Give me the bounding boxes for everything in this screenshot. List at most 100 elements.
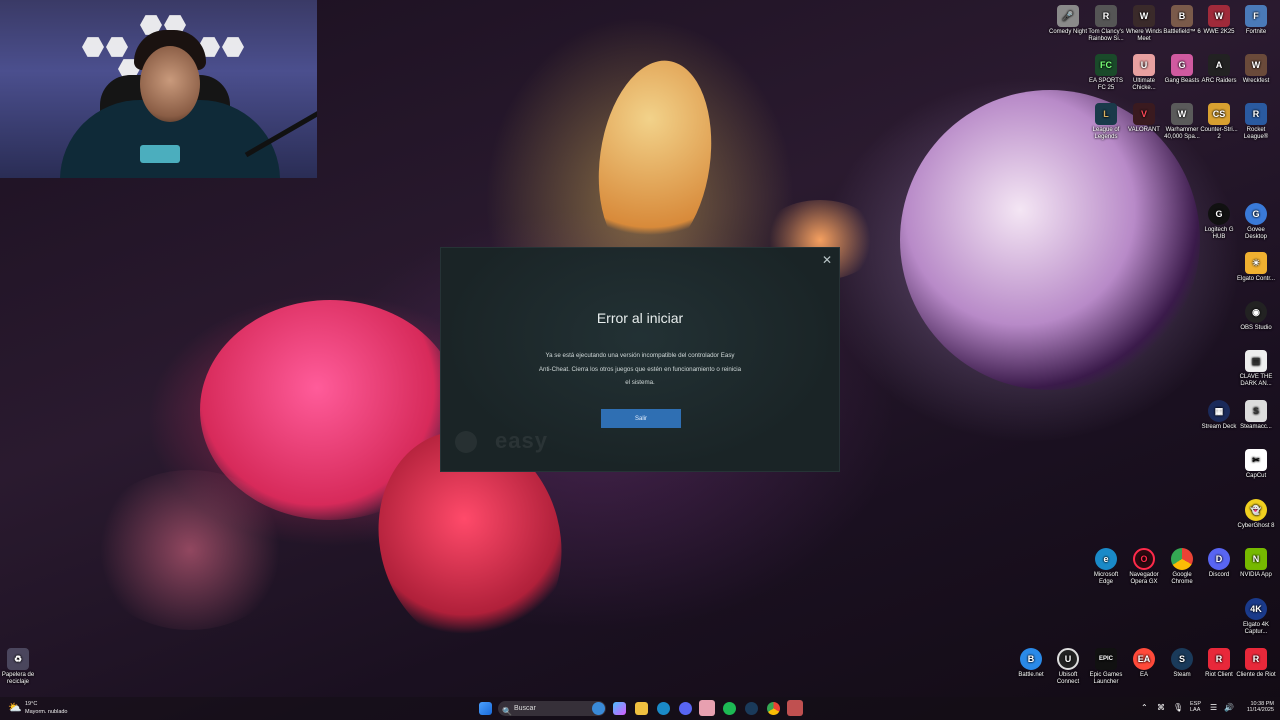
wallpaper-petal — [90, 470, 290, 630]
elgato-control-icon: ☀ — [1245, 252, 1267, 274]
taskbar-app-active-icon[interactable] — [699, 700, 715, 716]
mic-icon[interactable]: 🎙 — [1173, 703, 1183, 712]
taskbar-app-icon[interactable] — [592, 702, 605, 715]
riot-icon: R — [1208, 648, 1230, 670]
desktop-icon-gang-beasts[interactable]: G Gang Beasts — [1162, 54, 1202, 85]
gang-beasts-icon: G — [1171, 54, 1193, 76]
webcam-overlay — [0, 0, 317, 178]
desktop-icon-steamacc[interactable]: S Steamacc... — [1236, 400, 1276, 431]
desktop-icon-easports-fc[interactable]: FC EA SPORTS FC 25 — [1086, 54, 1126, 92]
capcut-icon: ✂ — [1245, 449, 1267, 471]
file-explorer-icon[interactable] — [635, 702, 648, 715]
desktop-icon-steam[interactable]: S Steam — [1162, 648, 1202, 679]
desktop-icon-obs[interactable]: ◉ OBS Studio — [1236, 301, 1276, 332]
wifi-icon[interactable]: ☰ — [1210, 703, 1217, 712]
edge-icon[interactable] — [657, 702, 670, 715]
windows-start-icon[interactable] — [479, 702, 492, 715]
fortnite-icon: F — [1245, 5, 1267, 27]
desktop-icon-wwe[interactable]: W WWE 2K25 — [1199, 5, 1239, 36]
desktop-icon-discord[interactable]: D Discord — [1199, 548, 1239, 579]
desktop-icon-counter-strike[interactable]: CS Counter-Stri... 2 — [1199, 103, 1239, 141]
ea-icon: EA — [1133, 648, 1155, 670]
desktop-icon-comedy-night[interactable]: 🎤 Comedy Night — [1048, 5, 1088, 36]
stream-deck-icon: ▦ — [1208, 400, 1230, 422]
opera-gx-icon: O — [1133, 548, 1155, 570]
desktop-icon-cyberghost[interactable]: 👻 CyberGhost 8 — [1236, 499, 1276, 530]
close-icon[interactable]: ✕ — [819, 252, 835, 268]
clock[interactable]: 10:38 PM 11/14/2025 — [1240, 701, 1274, 713]
discord-icon: D — [1208, 548, 1230, 570]
desktop-icon-chrome[interactable]: Google Chrome — [1162, 548, 1202, 586]
desktop-icon-ea[interactable]: EA EA — [1124, 648, 1164, 679]
desktop-icon-arc-raiders[interactable]: A ARC Raiders — [1199, 54, 1239, 85]
recycle-bin-icon: ♻ — [7, 648, 29, 670]
rainbow-six-icon: R — [1095, 5, 1117, 27]
desktop-icon-govee[interactable]: G Govee Desktop — [1236, 203, 1276, 241]
obs-icon: ◉ — [1245, 301, 1267, 323]
cyberghost-icon: 👻 — [1245, 499, 1267, 521]
desktop-icon-league-of-legends[interactable]: L League of Legends — [1086, 103, 1126, 141]
language-indicator[interactable]: ESP LAA — [1190, 701, 1201, 713]
desktop-icon-wreckfest[interactable]: W Wreckfest — [1236, 54, 1276, 85]
desktop-icon-riot-client[interactable]: R Riot Client — [1199, 648, 1239, 679]
weather-temp: 19°C — [25, 701, 38, 707]
easy-anticheat-logo: easy — [495, 428, 548, 453]
chrome-icon[interactable] — [767, 702, 780, 715]
steamacc-icon: S — [1245, 400, 1267, 422]
desktop-icon-nvidia[interactable]: N NVIDIA App — [1236, 548, 1276, 579]
nvidia-icon: N — [1245, 548, 1267, 570]
weather-icon: ⛅ — [8, 702, 22, 714]
search-input[interactable]: 🔍 Buscar — [498, 701, 606, 716]
copilot-icon[interactable] — [613, 702, 626, 715]
wreckfest-icon: W — [1245, 54, 1267, 76]
easports-icon: FC — [1095, 54, 1117, 76]
desktop-icon-rocket-league[interactable]: R Rocket League® — [1236, 103, 1276, 141]
desktop-icon-recycle-bin[interactable]: ♻ Papelera de reciclaje — [0, 648, 38, 686]
wallpaper-petal — [900, 90, 1200, 390]
desktop-icon-elgato-4k[interactable]: 4K Elgato 4K Captur... — [1236, 598, 1276, 636]
desktop-icon-valorant[interactable]: V VALORANT — [1124, 103, 1164, 134]
ubisoft-icon: U — [1057, 648, 1079, 670]
desktop-icon-capcut[interactable]: ✂ CapCut — [1236, 449, 1276, 480]
exit-button[interactable]: Salir — [601, 409, 681, 428]
where-winds-meet-icon: W — [1133, 5, 1155, 27]
warhammer-icon: W — [1171, 103, 1193, 125]
desktop-icon-fortnite[interactable]: F Fortnite — [1236, 5, 1276, 36]
desktop-icon-opera-gx[interactable]: O Navegador Opera GX — [1124, 548, 1164, 586]
desktop-icon-logitech[interactable]: G Logitech G HUB — [1199, 203, 1239, 241]
desktop-icon-epic[interactable]: EPIC Epic Games Launcher — [1086, 648, 1126, 686]
logitech-icon: G — [1208, 203, 1230, 225]
taskbar-app-active-icon[interactable] — [787, 700, 803, 716]
epic-games-icon: EPIC — [1095, 648, 1117, 670]
desktop-icon-battlenet[interactable]: B Battle.net — [1011, 648, 1051, 679]
spotify-icon[interactable] — [723, 702, 736, 715]
valorant-icon: V — [1133, 103, 1155, 125]
desktop-icon-warhammer[interactable]: W Warhammer 40,000 Spa... — [1162, 103, 1202, 141]
weather-desc: Mayorm. nublado — [25, 709, 68, 715]
desktop-icon-ultimate-chicken[interactable]: U Ultimate Chicke... — [1124, 54, 1164, 92]
network-icon[interactable]: ⌘ — [1157, 703, 1165, 712]
govee-icon: G — [1245, 203, 1267, 225]
volume-icon[interactable]: 🔊 — [1224, 703, 1234, 712]
desktop-icon-rainbow-six[interactable]: R Tom Clancy's Rainbow Si... — [1086, 5, 1126, 43]
desktop-icon-edge[interactable]: e Microsoft Edge — [1086, 548, 1126, 586]
search-icon: 🔍 — [502, 707, 512, 716]
riot-icon: R — [1245, 648, 1267, 670]
elgato-4k-icon: 4K — [1245, 598, 1267, 620]
desktop-icon-ubisoft[interactable]: U Ubisoft Connect — [1048, 648, 1088, 686]
easy-anticheat-logo-icon — [455, 431, 477, 453]
discord-icon[interactable] — [679, 702, 692, 715]
counter-strike-icon: CS — [1208, 103, 1230, 125]
chevron-up-icon[interactable]: ⌃ — [1141, 703, 1148, 712]
desktop-icon-clave[interactable]: ▤ CLAVE THE DARK AN... — [1236, 350, 1276, 388]
desktop-icon-cliente-riot[interactable]: R Cliente de Riot — [1236, 648, 1276, 679]
microphone-icon: 🎤 — [1057, 5, 1079, 27]
steam-icon[interactable] — [745, 702, 758, 715]
desktop-icon-where-winds-meet[interactable]: W Where Winds Meet — [1124, 5, 1164, 43]
edge-icon: e — [1095, 548, 1117, 570]
desktop-icon-battlefield[interactable]: B Battlefield™ 6 — [1162, 5, 1202, 36]
arc-raiders-icon: A — [1208, 54, 1230, 76]
battlenet-icon: B — [1020, 648, 1042, 670]
desktop-icon-elgato-control[interactable]: ☀ Elgato Contr... — [1236, 252, 1276, 283]
desktop-icon-stream-deck[interactable]: ▦ Stream Deck — [1199, 400, 1239, 431]
